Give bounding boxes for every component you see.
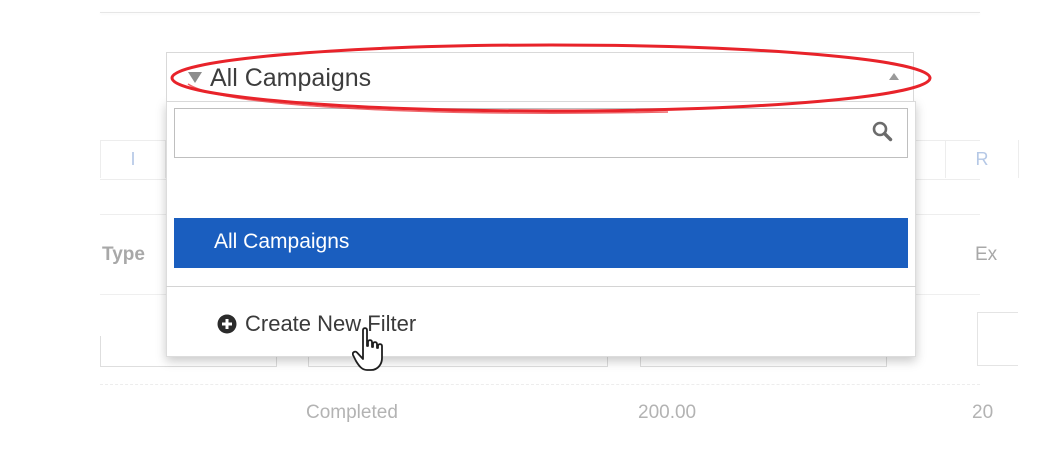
- dropdown-divider: [166, 286, 916, 287]
- row-amount-cell: 200.00: [638, 402, 697, 423]
- background-tab-left-label: I: [130, 149, 136, 169]
- dropdown-search-input[interactable]: [174, 108, 908, 158]
- background-filter-input-4[interactable]: [977, 312, 1018, 366]
- create-new-filter-link[interactable]: Create New Filter: [217, 308, 416, 340]
- caret-down-icon: [188, 72, 202, 83]
- arrow-up-icon[interactable]: [889, 73, 899, 80]
- row-amount-cell-partial: 20: [972, 402, 994, 423]
- dropdown-option-all-campaigns[interactable]: All Campaigns: [174, 218, 908, 268]
- column-header-type: Type: [102, 244, 145, 265]
- column-header-expiry: Ex: [975, 244, 998, 265]
- background-tab-left[interactable]: I: [100, 140, 166, 178]
- row-status-cell: Completed: [306, 402, 398, 423]
- background-row-divider: [100, 384, 980, 385]
- background-tab-right[interactable]: R: [945, 140, 1019, 178]
- background-tab-right-label: R: [975, 149, 989, 169]
- background-top-divider: [100, 12, 980, 13]
- campaign-select-value: All Campaigns: [210, 64, 372, 92]
- screen: I R Type Ex Completed 200.00 20 All Camp…: [0, 0, 1037, 460]
- plus-circle-icon: [217, 314, 237, 334]
- create-new-filter-label: Create New Filter: [245, 311, 417, 336]
- dropdown-option-label: All Campaigns: [214, 230, 350, 253]
- search-icon: [872, 121, 893, 142]
